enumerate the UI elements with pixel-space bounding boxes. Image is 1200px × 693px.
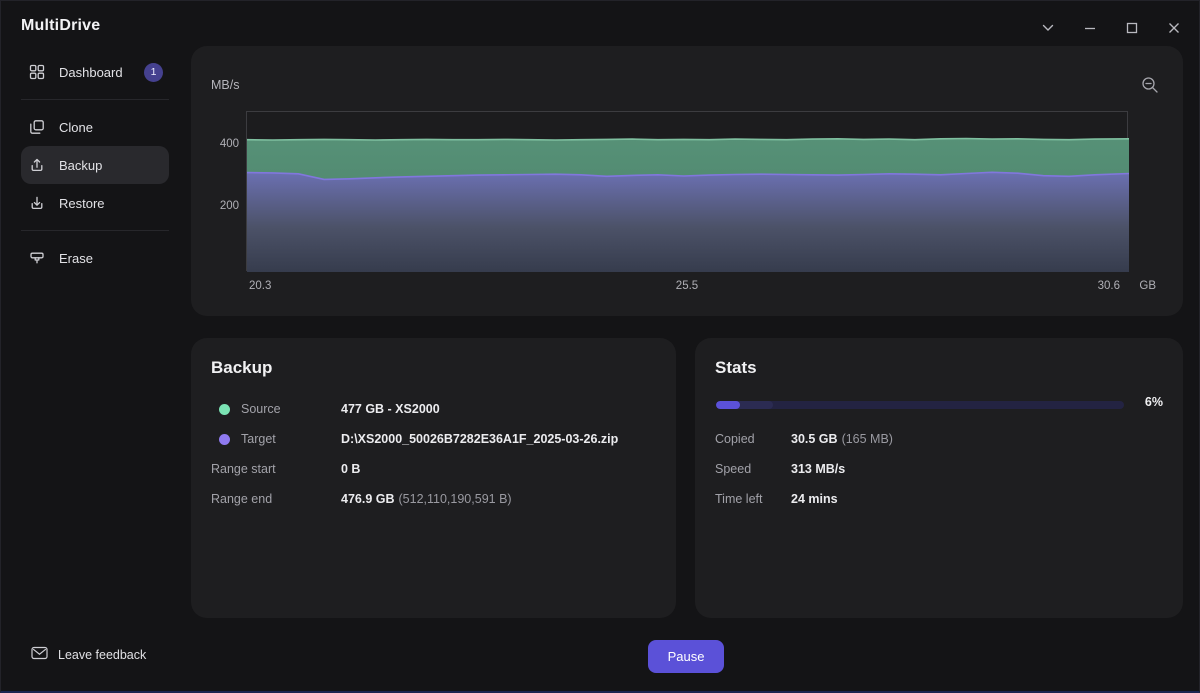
app-title: MultiDrive xyxy=(21,17,101,34)
copied-row: Copied 30.5 GB (165 MB) xyxy=(695,424,1183,454)
x-axis-unit-label: GB xyxy=(1139,280,1156,292)
source-row: Source 477 GB - XS2000 xyxy=(191,394,676,424)
x-tick-right: 30.6 xyxy=(1097,280,1120,292)
backup-rows: Source 477 GB - XS2000 Target D:\XS2000_… xyxy=(191,394,676,514)
backup-card: Backup Source 477 GB - XS2000 Target D:\… xyxy=(191,338,676,618)
sidebar-item-label: Restore xyxy=(59,195,105,211)
envelope-icon xyxy=(31,646,48,663)
sidebar-item-erase[interactable]: Erase xyxy=(21,239,169,277)
chart-svg xyxy=(247,112,1129,272)
y-tick-200: 200 xyxy=(219,200,239,212)
dashboard-badge: 1 xyxy=(144,62,163,82)
minimize-button[interactable] xyxy=(1075,15,1105,41)
dashboard-grid-icon xyxy=(29,64,45,80)
time-left-value: 24 mins xyxy=(791,492,838,506)
y-tick-400: 400 xyxy=(219,138,239,150)
app-window: MultiDrive Dashboard 1 Clone Backup Rest… xyxy=(0,0,1200,693)
leave-feedback-link[interactable]: Leave feedback xyxy=(31,646,146,663)
zoom-out-icon[interactable] xyxy=(1139,74,1161,96)
target-dot-icon xyxy=(219,433,230,445)
range-start-value: 0 B xyxy=(341,462,361,476)
sidebar-item-dashboard[interactable]: Dashboard 1 xyxy=(21,53,169,91)
sidebar-item-clone[interactable]: Clone xyxy=(21,108,169,146)
range-end-row: Range end 476.9 GB (512,110,190,591 B) xyxy=(191,484,676,514)
leave-feedback-label: Leave feedback xyxy=(58,647,147,662)
speed-label: Speed xyxy=(715,462,752,476)
range-start-label: Range start xyxy=(211,462,276,476)
y-axis-unit-label: MB/s xyxy=(211,78,240,92)
speed-value: 313 MB/s xyxy=(791,462,846,476)
sidebar-item-backup[interactable]: Backup xyxy=(21,146,169,184)
sidebar-item-restore[interactable]: Restore xyxy=(21,184,169,222)
range-end-value: 476.9 GB (512,110,190,591 B) xyxy=(341,492,512,506)
backup-upload-icon xyxy=(29,157,45,173)
backup-card-title: Backup xyxy=(211,358,273,377)
x-tick-mid: 25.5 xyxy=(675,280,699,292)
copied-sub-value: (165 MB) xyxy=(841,432,893,446)
target-label: Target xyxy=(241,432,276,446)
progress-bar xyxy=(716,401,1124,409)
stats-card-title: Stats xyxy=(715,358,757,377)
range-end-bytes: (512,110,190,591 B) xyxy=(398,492,512,506)
time-left-row: Time left 24 mins xyxy=(695,484,1183,514)
time-left-label: Time left xyxy=(715,492,763,506)
maximize-button[interactable] xyxy=(1117,15,1147,41)
source-value: 477 GB - XS2000 xyxy=(341,402,440,416)
close-button[interactable] xyxy=(1159,15,1189,41)
target-value: D:\XS2000_50026B7282E36A1F_2025-03-26.zi… xyxy=(341,432,619,446)
progress-fill xyxy=(716,401,741,409)
transfer-chart-panel: MB/s 400 200 20.3 25.5 30.6 GB xyxy=(191,46,1183,316)
sidebar-item-label: Backup xyxy=(59,157,103,173)
source-dot-icon xyxy=(219,403,230,415)
sidebar-item-label: Dashboard xyxy=(59,64,123,80)
range-start-row: Range start 0 B xyxy=(191,454,676,484)
window-controls xyxy=(1033,15,1189,41)
speed-row: Speed 313 MB/s xyxy=(695,454,1183,484)
range-end-label: Range end xyxy=(211,492,273,506)
source-label: Source xyxy=(241,402,281,416)
target-row: Target D:\XS2000_50026B7282E36A1F_2025-0… xyxy=(191,424,676,454)
copied-label: Copied xyxy=(715,432,755,446)
stats-rows: Copied 30.5 GB (165 MB) Speed 313 MB/s Ti… xyxy=(695,424,1183,514)
restore-download-icon xyxy=(29,195,45,211)
speed-area-chart[interactable] xyxy=(246,111,1129,272)
sidebar-item-label: Clone xyxy=(59,119,93,135)
chevron-down-icon[interactable] xyxy=(1033,15,1063,41)
erase-icon xyxy=(29,250,45,266)
pause-button[interactable]: Pause xyxy=(648,640,724,673)
copied-value: 30.5 GB (165 MB) xyxy=(791,432,893,446)
stats-card: Stats 6% Copied 30.5 GB (165 MB) Speed 31… xyxy=(695,338,1183,618)
sidebar-item-label: Erase xyxy=(59,250,93,266)
sidebar-divider xyxy=(21,99,169,100)
progress-percent-label: 6% xyxy=(1144,395,1163,409)
sidebar-divider xyxy=(21,230,169,231)
clone-copy-icon xyxy=(29,119,45,135)
sidebar: Dashboard 1 Clone Backup Restore Erase xyxy=(1,53,181,277)
